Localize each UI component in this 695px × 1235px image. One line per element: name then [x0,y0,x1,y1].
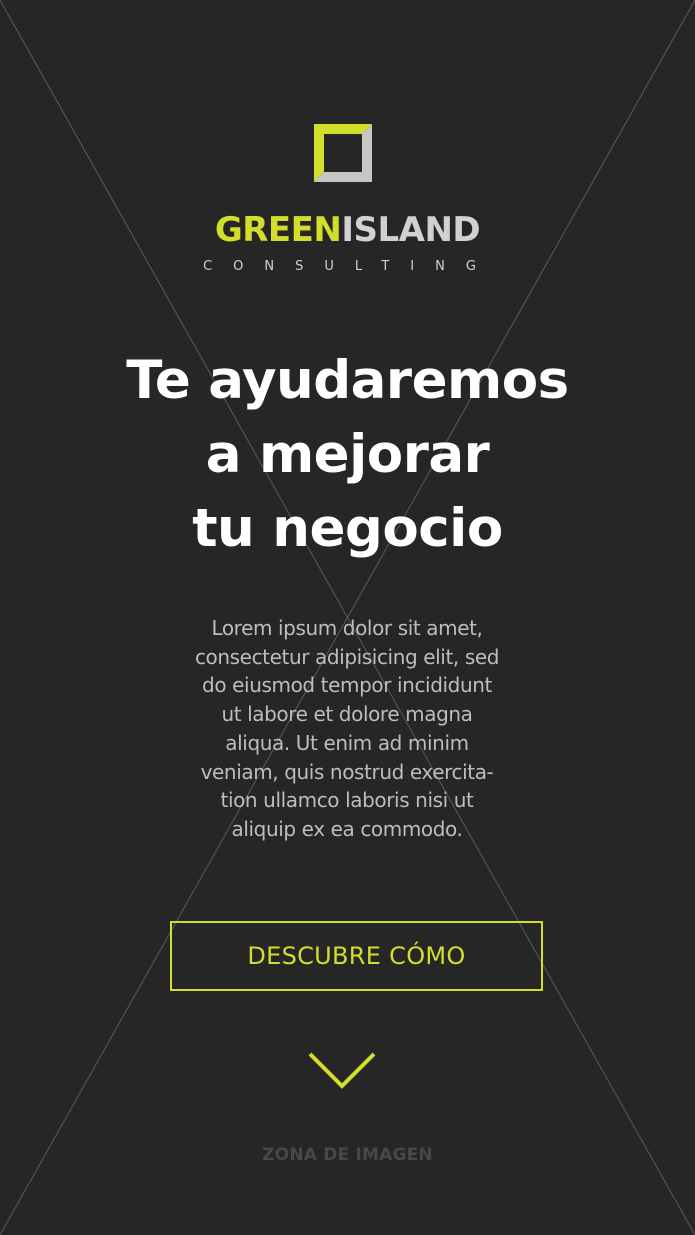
hero-description-line: do eiusmod tempor incididunt [202,673,492,698]
image-zone-label: ZONA DE IMAGEN [262,1145,433,1165]
hero-description-line: tion ullamco laboris nisi ut [220,788,474,813]
square-frame-logo-icon [314,124,372,182]
hero-title: Te ayudaremos a mejorar tu negocio [0,344,695,566]
brand-name: GREENISLAND [0,206,695,254]
hero-description-line: aliquip ex ea commodo. [231,816,463,841]
hero-description-line: Lorem ipsum dolor sit amet, [211,616,483,640]
discover-how-button[interactable]: DESCUBRE CÓMO [170,921,543,991]
brand-name-grey: ISLAND [341,210,481,250]
hero-description-line: ut labore et dolore magna [221,702,473,727]
brand-subtitle: CONSULTING [203,259,497,274]
hero-title-line: a mejorar [205,424,490,485]
hero-title-line: tu negocio [192,498,503,559]
hero-description-line: consectetur adipisicing elit, sed [194,644,500,669]
brand-name-green: GREEN [214,210,342,250]
hero-description-line: veniam, quis nostrud exercita- [200,759,494,784]
hero-description-line: aliqua. Ut enim ad minim [225,730,469,755]
chevron-down-icon[interactable] [306,1050,378,1094]
hero-title-line: Te ayudaremos [126,350,569,411]
hero-description: Lorem ipsum dolor sit amet, consectetur … [147,614,547,844]
